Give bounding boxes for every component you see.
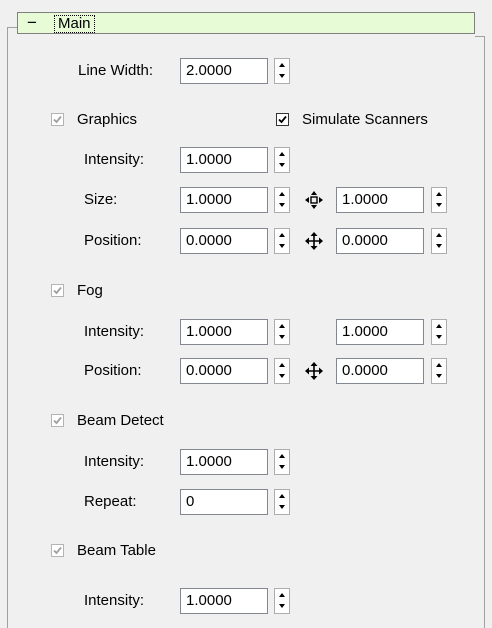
spin-up-icon[interactable]	[432, 320, 446, 332]
graphics-label: Graphics	[77, 111, 138, 128]
graphics-size-field-2[interactable]: 1.0000	[336, 187, 424, 213]
spin-down-icon[interactable]	[275, 200, 289, 212]
spin-up-icon[interactable]	[275, 148, 289, 160]
checkmark-icon	[53, 286, 62, 295]
spin-up-icon[interactable]	[275, 589, 289, 601]
spin-up-icon[interactable]	[275, 229, 289, 241]
beam-detect-intensity-label: Intensity:	[84, 453, 145, 470]
beam-table-intensity-spinner[interactable]	[274, 588, 290, 614]
fog-intensity-spinner-1[interactable]	[274, 319, 290, 345]
beam-detect-label: Beam Detect	[77, 412, 164, 429]
checkmark-icon	[53, 416, 62, 425]
fog-intensity-field-2[interactable]: 1.0000	[336, 319, 424, 345]
checkmark-icon	[278, 115, 287, 124]
beam-detect-intensity-spinner[interactable]	[274, 449, 290, 475]
graphics-position-field-2[interactable]: 0.0000	[336, 228, 424, 254]
spin-up-icon[interactable]	[275, 320, 289, 332]
fog-checkbox[interactable]	[51, 284, 64, 297]
fog-intensity-label: Intensity:	[84, 323, 145, 340]
graphics-position-label: Position:	[84, 232, 142, 249]
move-arrows-icon[interactable]	[303, 230, 325, 252]
graphics-size-spinner-2[interactable]	[431, 187, 447, 213]
graphics-intensity-field[interactable]: 1.0000	[180, 147, 268, 173]
spin-up-icon[interactable]	[432, 229, 446, 241]
graphics-size-field-1[interactable]: 1.0000	[180, 187, 268, 213]
spin-down-icon[interactable]	[275, 462, 289, 474]
spin-up-icon[interactable]	[275, 450, 289, 462]
beam-detect-repeat-field[interactable]: 0	[180, 489, 268, 515]
beam-table-label: Beam Table	[77, 542, 156, 559]
fog-position-field-2[interactable]: 0.0000	[336, 358, 424, 384]
beam-detect-checkbox[interactable]	[51, 414, 64, 427]
spin-down-icon[interactable]	[432, 332, 446, 344]
collapse-icon[interactable]: −	[25, 14, 39, 32]
beam-table-checkbox[interactable]	[51, 544, 64, 557]
line-width-spinner[interactable]	[274, 58, 290, 84]
fog-position-label: Position:	[84, 362, 142, 379]
fog-intensity-spinner-2[interactable]	[431, 319, 447, 345]
graphics-intensity-label: Intensity:	[84, 151, 145, 168]
spin-up-icon[interactable]	[275, 490, 289, 502]
group-frame-right	[484, 36, 485, 628]
graphics-size-spinner-1[interactable]	[274, 187, 290, 213]
fog-position-spinner-2[interactable]	[431, 358, 447, 384]
spin-up-icon[interactable]	[432, 188, 446, 200]
spin-down-icon[interactable]	[432, 371, 446, 383]
group-frame	[7, 27, 8, 628]
spin-down-icon[interactable]	[275, 160, 289, 172]
spin-down-icon[interactable]	[275, 502, 289, 514]
spin-up-icon[interactable]	[275, 188, 289, 200]
spin-up-icon[interactable]	[275, 59, 289, 71]
fog-label: Fog	[77, 282, 103, 299]
spin-down-icon[interactable]	[275, 332, 289, 344]
graphics-position-spinner-2[interactable]	[431, 228, 447, 254]
spin-down-icon[interactable]	[275, 241, 289, 253]
spin-up-icon[interactable]	[432, 359, 446, 371]
spin-down-icon[interactable]	[275, 371, 289, 383]
beam-table-intensity-label: Intensity:	[84, 592, 145, 609]
spin-down-icon[interactable]	[275, 71, 289, 83]
graphics-position-spinner-1[interactable]	[274, 228, 290, 254]
beam-detect-intensity-field[interactable]: 1.0000	[180, 449, 268, 475]
fog-position-field-1[interactable]: 0.0000	[180, 358, 268, 384]
beam-detect-repeat-spinner[interactable]	[274, 489, 290, 515]
checkmark-icon	[53, 115, 62, 124]
graphics-size-label: Size:	[84, 191, 118, 208]
graphics-intensity-spinner[interactable]	[274, 147, 290, 173]
properties-panel: − Main Line Width: 2.0000 Graphics Simul…	[0, 0, 492, 628]
spin-down-icon[interactable]	[432, 200, 446, 212]
spin-up-icon[interactable]	[275, 359, 289, 371]
simulate-scanners-checkbox[interactable]	[276, 113, 289, 126]
beam-detect-repeat-label: Repeat:	[84, 493, 137, 510]
main-group-header[interactable]: − Main	[17, 12, 475, 34]
line-width-field[interactable]: 2.0000	[180, 58, 268, 84]
beam-table-intensity-field[interactable]: 1.0000	[180, 588, 268, 614]
group-title: Main	[54, 15, 95, 33]
checkmark-icon	[53, 546, 62, 555]
graphics-position-field-1[interactable]: 0.0000	[180, 228, 268, 254]
move-arrows-icon[interactable]	[303, 360, 325, 382]
fog-position-spinner-1[interactable]	[274, 358, 290, 384]
spin-down-icon[interactable]	[275, 601, 289, 613]
graphics-checkbox[interactable]	[51, 113, 64, 126]
simulate-scanners-label: Simulate Scanners	[302, 111, 428, 128]
resize-icon[interactable]	[303, 189, 325, 211]
group-frame-top-right	[475, 36, 485, 37]
line-width-label: Line Width:	[78, 62, 154, 79]
spin-down-icon[interactable]	[432, 241, 446, 253]
fog-intensity-field-1[interactable]: 1.0000	[180, 319, 268, 345]
